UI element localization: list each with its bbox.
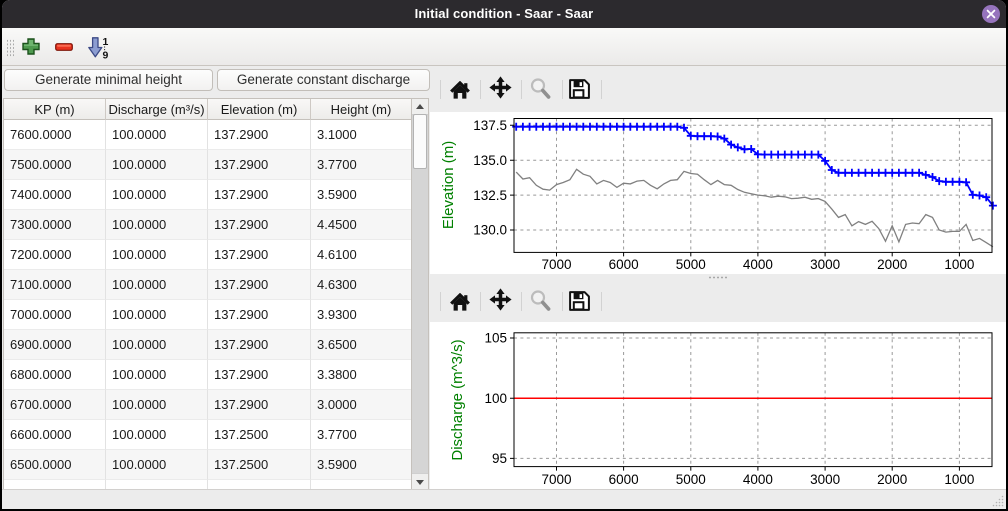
- svg-text:4000: 4000: [743, 472, 773, 487]
- svg-text:4000: 4000: [743, 257, 773, 272]
- svg-text:5000: 5000: [676, 257, 706, 272]
- svg-text:7000: 7000: [541, 472, 571, 487]
- svg-text:Discharge (m^3/s): Discharge (m^3/s): [449, 339, 466, 460]
- svg-text:100: 100: [484, 391, 507, 406]
- svg-text:137.5: 137.5: [473, 118, 507, 133]
- svg-text:1: 1: [103, 37, 109, 48]
- svg-text:132.5: 132.5: [473, 188, 507, 203]
- svg-text:3000: 3000: [810, 472, 840, 487]
- svg-text:5000: 5000: [676, 472, 706, 487]
- svg-text:1000: 1000: [944, 472, 974, 487]
- svg-text:7000: 7000: [541, 257, 571, 272]
- svg-text:3000: 3000: [810, 257, 840, 272]
- svg-text:130.0: 130.0: [473, 223, 507, 238]
- svg-text:1000: 1000: [944, 257, 974, 272]
- svg-text:2000: 2000: [877, 472, 907, 487]
- svg-text:9: 9: [103, 50, 109, 60]
- svg-text:6000: 6000: [609, 472, 639, 487]
- svg-text:2000: 2000: [877, 257, 907, 272]
- svg-text:95: 95: [492, 451, 507, 466]
- svg-text:6000: 6000: [609, 257, 639, 272]
- svg-text:135.0: 135.0: [473, 153, 507, 168]
- svg-text:105: 105: [484, 331, 507, 346]
- svg-text:Elevation (m): Elevation (m): [440, 141, 457, 229]
